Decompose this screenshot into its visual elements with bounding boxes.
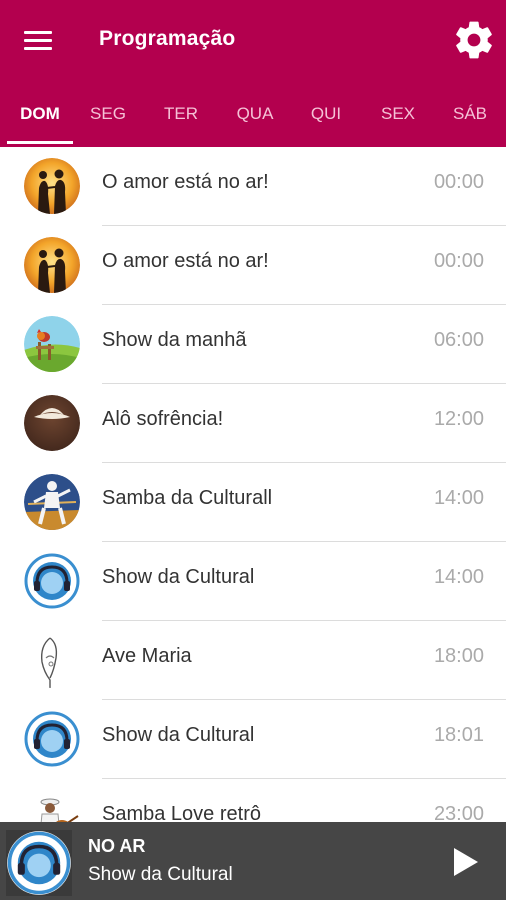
- list-item[interactable]: Show da manhã 06:00: [0, 305, 506, 384]
- show-name: O amor está no ar!: [102, 171, 269, 193]
- list-item[interactable]: Alô sofrência! 12:00: [0, 384, 506, 463]
- tab-sex[interactable]: SEX: [362, 82, 434, 147]
- now-playing-bar[interactable]: NO AR Show da Cultural: [0, 822, 506, 900]
- couple-silhouette-icon: [24, 237, 80, 293]
- show-name: Show da manhã: [102, 329, 247, 351]
- show-time: 14:00: [433, 487, 484, 509]
- show-name: Ave Maria: [102, 645, 192, 667]
- play-icon[interactable]: [444, 842, 484, 882]
- radio-cultural-logo-icon: [24, 711, 80, 767]
- show-time: 18:01: [433, 724, 484, 746]
- ave-maria-drawing-icon: [24, 632, 80, 688]
- sertanejo-hat-icon: [24, 395, 80, 451]
- list-item[interactable]: Samba Love retrô 23:00: [0, 779, 506, 822]
- tab-qua[interactable]: QUA: [219, 82, 291, 147]
- show-time: 12:00: [433, 408, 484, 430]
- top-bar: Programação DOM SEG TER QUA QUI SEX SÁB: [0, 0, 506, 147]
- show-time: 00:00: [433, 250, 484, 272]
- schedule-list[interactable]: O amor está no ar! 00:00 O amor está no …: [0, 147, 506, 822]
- show-time: 00:00: [433, 171, 484, 193]
- show-name: Alô sofrência!: [102, 408, 224, 430]
- show-time: 23:00: [433, 803, 484, 822]
- show-time: 06:00: [433, 329, 484, 351]
- samba-guitarist-icon: [24, 790, 80, 822]
- live-status: NO AR: [88, 836, 146, 856]
- show-name: Show da Cultural: [102, 724, 255, 746]
- list-item[interactable]: O amor está no ar! 00:00: [0, 226, 506, 305]
- show-name: Samba da Culturall: [102, 487, 273, 509]
- tab-sab[interactable]: SÁB: [434, 82, 506, 147]
- samba-dancer-icon: [24, 474, 80, 530]
- tab-dom[interactable]: DOM: [4, 82, 76, 147]
- list-item[interactable]: Show da Cultural 14:00: [0, 542, 506, 621]
- show-name: Samba Love retrô: [102, 803, 261, 822]
- show-time: 14:00: [433, 566, 484, 588]
- page-title: Programação: [99, 27, 236, 50]
- radio-cultural-logo-icon: [6, 830, 72, 896]
- list-item[interactable]: O amor está no ar! 00:00: [0, 147, 506, 226]
- app-bar: Programação: [0, 0, 506, 82]
- day-tabs: DOM SEG TER QUA QUI SEX SÁB: [0, 82, 506, 147]
- tab-seg[interactable]: SEG: [72, 82, 144, 147]
- gear-icon[interactable]: [452, 18, 496, 62]
- couple-silhouette-icon: [24, 158, 80, 214]
- show-name: O amor está no ar!: [102, 250, 269, 272]
- tab-ter[interactable]: TER: [145, 82, 217, 147]
- rooster-farm-icon: [24, 316, 80, 372]
- list-item[interactable]: Show da Cultural 18:01: [0, 700, 506, 779]
- menu-icon[interactable]: [20, 26, 56, 56]
- list-item[interactable]: Ave Maria 18:00: [0, 621, 506, 700]
- radio-cultural-logo-icon: [24, 553, 80, 609]
- show-name: Show da Cultural: [102, 566, 255, 588]
- list-item[interactable]: Samba da Culturall 14:00: [0, 463, 506, 542]
- show-time: 18:00: [433, 645, 484, 667]
- current-show: Show da Cultural: [88, 864, 233, 885]
- tab-qui[interactable]: QUI: [290, 82, 362, 147]
- tab-indicator: [7, 141, 73, 144]
